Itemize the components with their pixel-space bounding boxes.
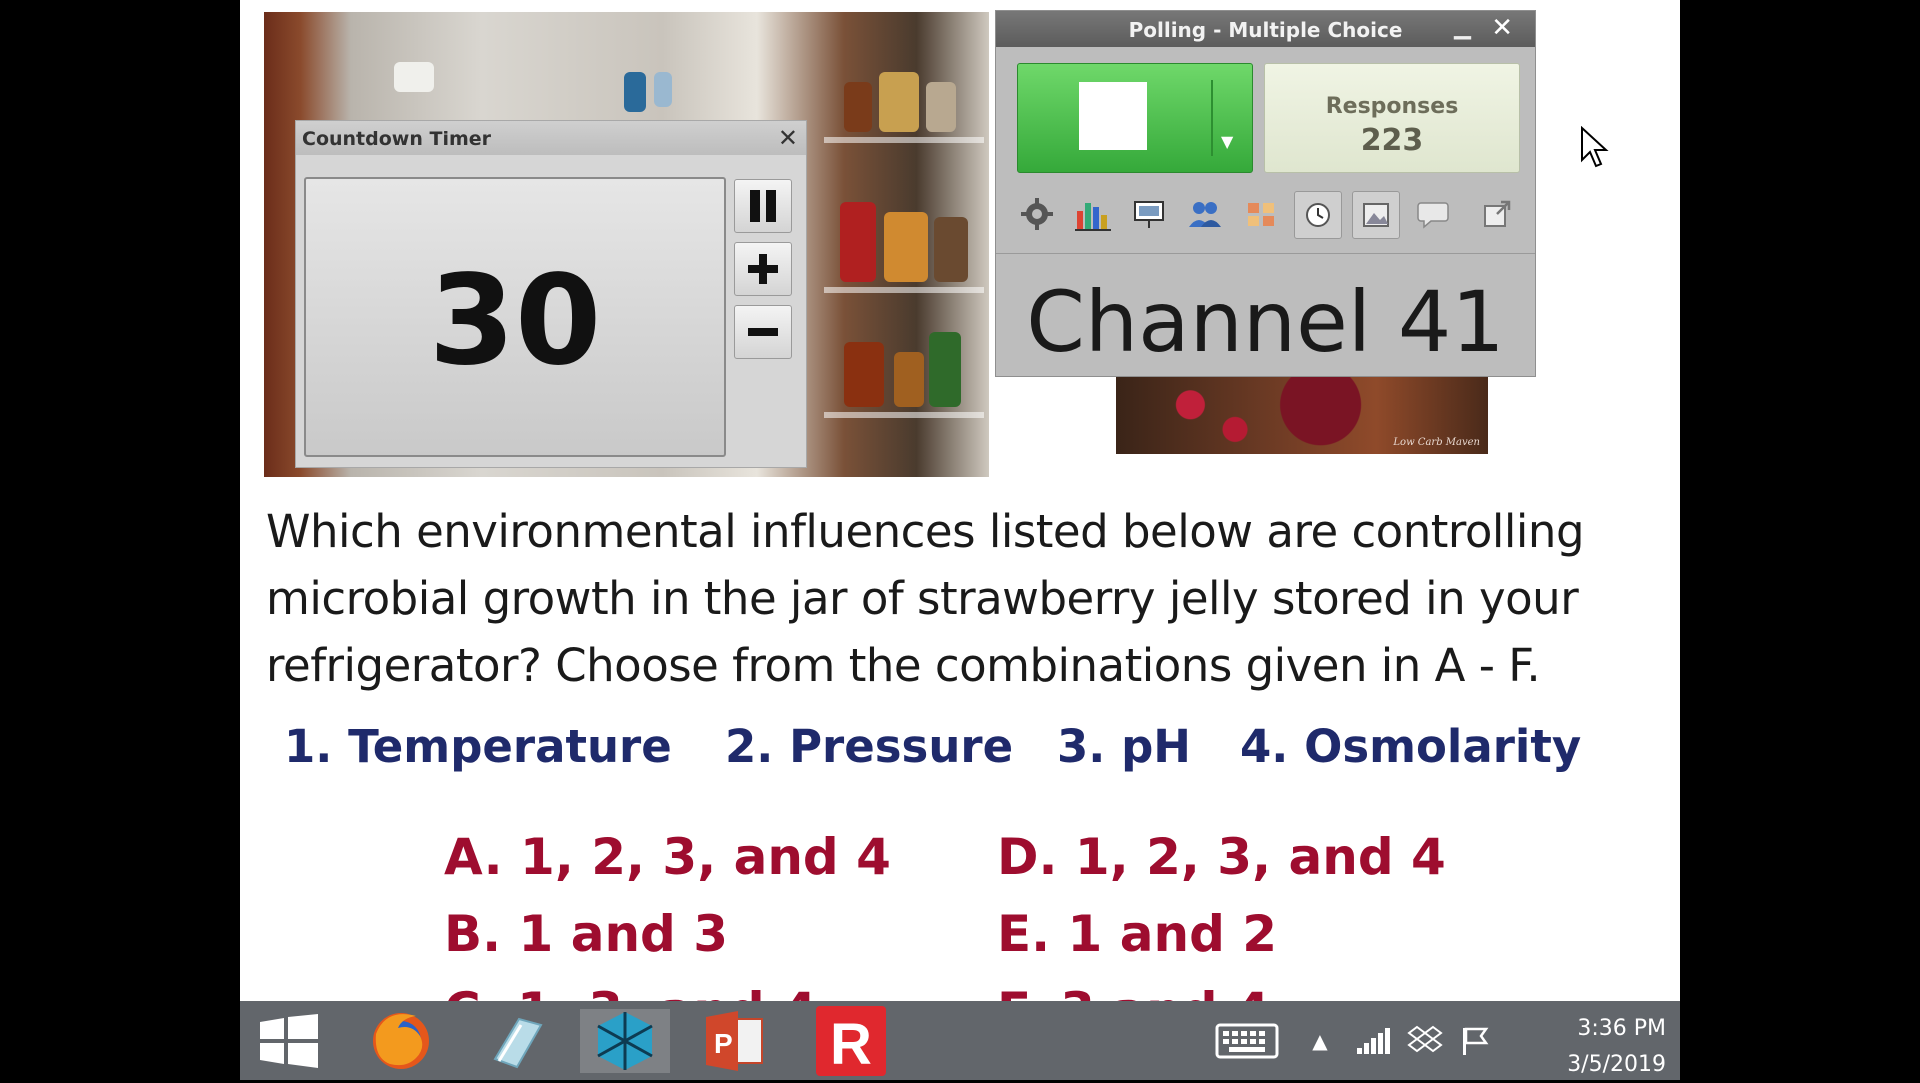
timer-title: Countdown Timer: [302, 128, 492, 150]
network-icon[interactable]: [1348, 1009, 1398, 1073]
poll-titlebar[interactable]: Polling - Multiple Choice ▁ ✕: [996, 11, 1535, 47]
image-icon[interactable]: [1352, 191, 1400, 239]
dropbox-icon[interactable]: [1400, 1009, 1450, 1073]
responses-count: 223: [1360, 123, 1424, 158]
question-line: Which environmental influences listed be…: [266, 505, 1585, 558]
timer-value: 30: [428, 249, 602, 393]
subtract-time-button[interactable]: [734, 305, 792, 359]
action-center-flag-icon[interactable]: [1450, 1009, 1500, 1073]
factor-osmolarity: 4. Osmolarity: [1240, 720, 1582, 773]
r-app-icon[interactable]: R: [806, 1006, 896, 1076]
pause-button[interactable]: [734, 179, 792, 233]
clock-icon[interactable]: [1294, 191, 1342, 239]
choice-c: C. 1, 3, and 4: [444, 982, 817, 1001]
add-time-button[interactable]: [734, 242, 792, 296]
choice-a: A. 1, 2, 3, and 4: [444, 828, 891, 886]
close-icon[interactable]: ✕: [1491, 13, 1513, 43]
minus-icon: [748, 328, 778, 336]
channel-label: Channel 41: [1026, 273, 1505, 371]
notepad-icon[interactable]: [472, 1009, 562, 1073]
clock-time: 3:36 PM: [1577, 1016, 1666, 1041]
grid-icon[interactable]: [1238, 191, 1284, 237]
factor-ph: 3. pH: [1057, 720, 1191, 773]
poll-toolbar: [1014, 191, 1522, 243]
timer-display: 30: [304, 177, 726, 457]
poll-separator: [996, 253, 1535, 254]
plus-icon: [748, 254, 778, 284]
mouse-cursor-icon: [1581, 126, 1609, 168]
windows-start-icon[interactable]: [244, 1009, 334, 1073]
question-line: microbial growth in the jar of strawberr…: [266, 572, 1579, 625]
show-hidden-icons-icon[interactable]: ▲: [1300, 1009, 1340, 1073]
export-icon[interactable]: [1474, 191, 1520, 237]
choice-d: D. 1, 2, 3, and 4: [997, 828, 1446, 886]
bar-chart-icon[interactable]: [1070, 191, 1116, 237]
taskbar: P R ▲ 3:36 PM 3/5/2019: [240, 1001, 1680, 1080]
jelly-photo: Low Carb Maven: [1116, 372, 1488, 454]
timer-titlebar[interactable]: Countdown Timer ✕: [296, 121, 806, 155]
svg-text:R: R: [830, 1012, 872, 1076]
powerpoint-icon[interactable]: P: [690, 1009, 780, 1073]
svg-text:P: P: [714, 1028, 733, 1059]
polling-window: Polling - Multiple Choice ▁ ✕ ▼ Response…: [995, 10, 1536, 377]
question-line: refrigerator? Choose from the combinatio…: [266, 639, 1541, 692]
presentation-icon[interactable]: [1126, 191, 1172, 237]
stop-icon: [1079, 82, 1147, 150]
choice-f: F. 3 and 4: [997, 982, 1270, 1001]
choice-b: B. 1 and 3: [444, 905, 729, 963]
responses-panel: Responses 223: [1264, 63, 1520, 173]
factor-pressure: 2. Pressure: [725, 720, 1014, 773]
choice-e: E. 1 and 2: [997, 905, 1278, 963]
participants-icon[interactable]: [1182, 191, 1228, 237]
responses-label: Responses: [1325, 94, 1459, 119]
close-icon[interactable]: ✕: [778, 124, 798, 152]
polling-app-icon[interactable]: [580, 1009, 670, 1073]
slide: Low Carb Maven Countdown Timer ✕ 30 Poll…: [240, 0, 1680, 1001]
minimize-icon[interactable]: ▁: [1454, 15, 1471, 40]
keyboard-icon[interactable]: [1212, 1009, 1282, 1073]
photo-credit: Low Carb Maven: [1393, 437, 1480, 448]
speech-bubble-icon[interactable]: [1410, 191, 1456, 237]
stop-polling-button[interactable]: ▼: [1017, 63, 1253, 173]
chevron-down-icon[interactable]: ▼: [1221, 132, 1233, 151]
pause-icon: [750, 190, 776, 222]
clock-date: 3/5/2019: [1567, 1052, 1666, 1077]
gear-icon[interactable]: [1014, 191, 1060, 237]
system-clock[interactable]: 3:36 PM 3/5/2019: [1567, 1011, 1666, 1083]
button-divider: [1211, 80, 1213, 156]
factor-temperature: 1. Temperature: [284, 720, 672, 773]
countdown-timer-window: Countdown Timer ✕ 30: [295, 120, 807, 468]
firefox-icon[interactable]: [356, 1009, 446, 1073]
question-text: Which environmental influences listed be…: [266, 498, 1666, 699]
